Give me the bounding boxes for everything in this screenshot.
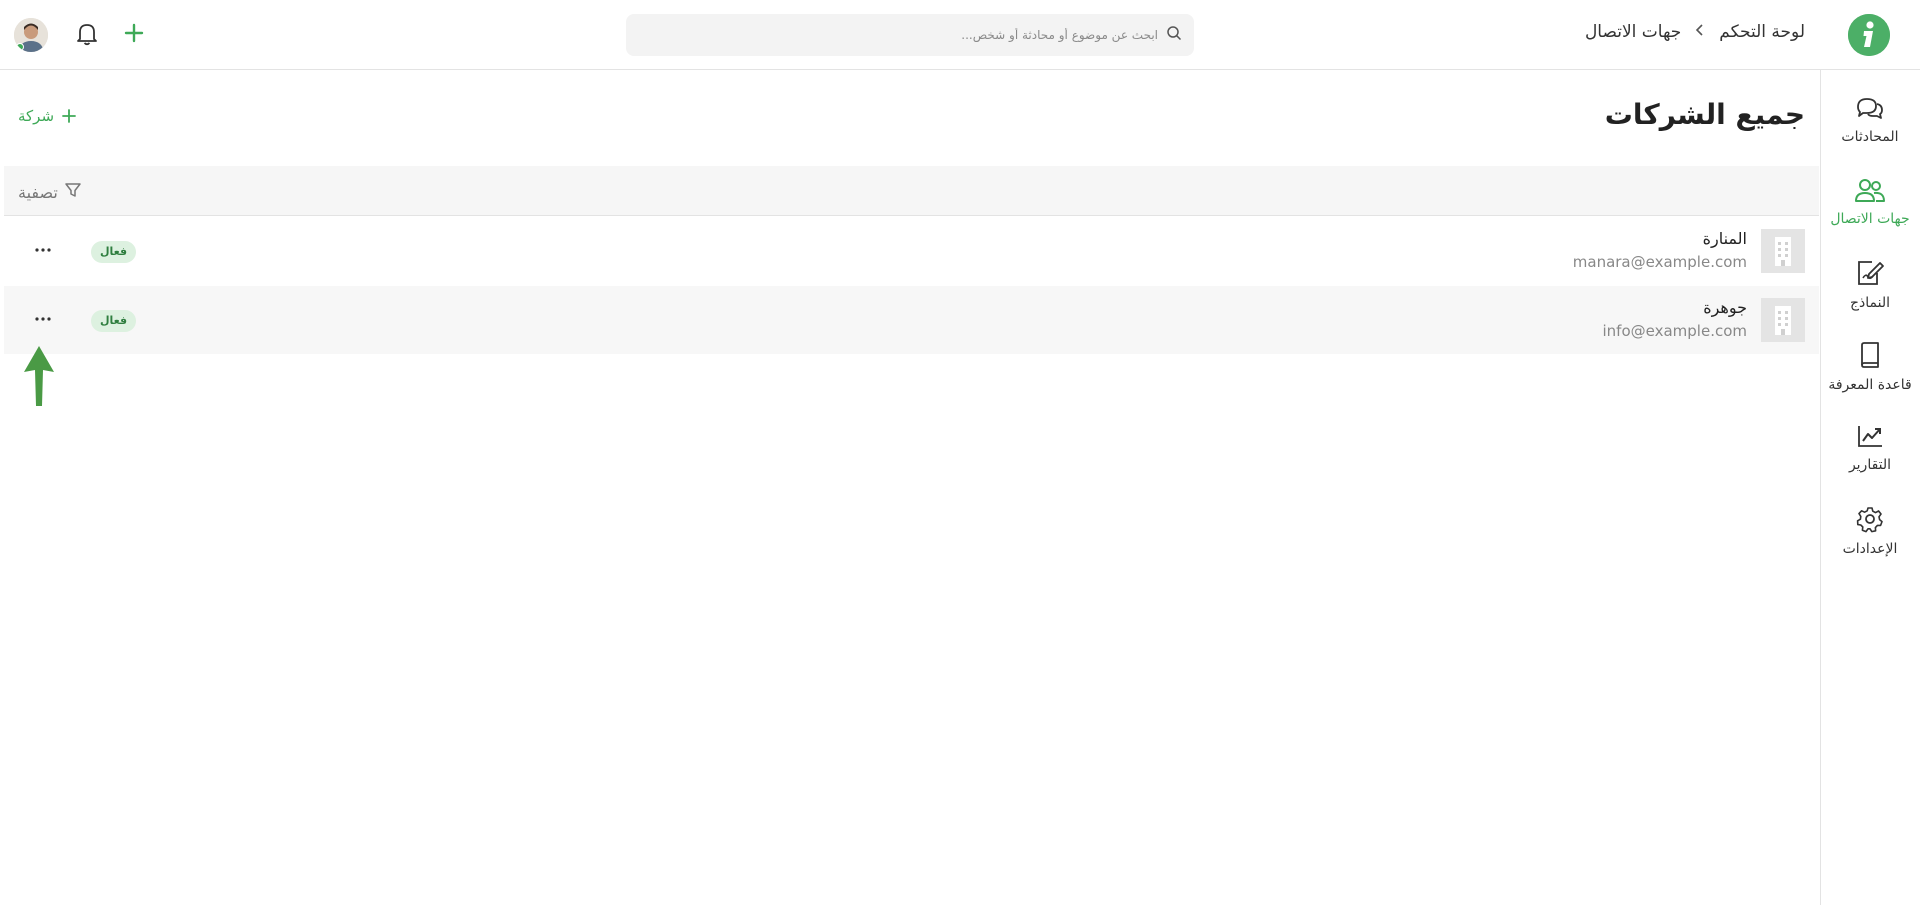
sidebar-item-label: قاعدة المعرفة [1828,377,1912,393]
filter-icon [64,181,82,203]
sidebar-item-settings[interactable]: الإعدادات [1820,505,1920,575]
filter-bar: تصفية [4,166,1819,216]
avatar[interactable] [14,18,48,52]
logo-icon[interactable] [1848,14,1890,56]
contacts-icon [1855,179,1885,202]
chart-icon [1858,426,1882,447]
page-title: جميع الشركات [1604,98,1805,131]
building-icon [1761,298,1805,342]
filter-label: تصفية [18,182,58,202]
sidebar-item-label: المحادثات [1841,129,1899,145]
forms-icon [1858,261,1884,285]
sidebar-item-knowledge-base[interactable]: قاعدة المعرفة [1820,341,1920,411]
chevron-left-icon [1695,23,1705,41]
ellipsis-icon [35,248,51,252]
breadcrumb: لوحة التحكم جهات الاتصال [1585,22,1805,42]
search-box[interactable] [626,14,1194,56]
online-status-dot [16,43,24,51]
gear-icon [1856,507,1883,533]
status-badge: فعال [91,241,137,263]
table-row[interactable]: المنارة manara@example.com فعال [4,217,1819,285]
plus-icon[interactable] [124,20,144,48]
search-icon [1166,25,1182,45]
sidebar-item-label: النماذج [1849,295,1890,311]
breadcrumb-root[interactable]: لوحة التحكم [1719,22,1805,42]
sidebar-item-forms[interactable]: النماذج [1820,259,1920,329]
annotation-arrow-icon [22,344,56,412]
more-options-button[interactable] [30,306,56,332]
plus-icon [62,108,76,124]
sidebar-item-reports[interactable]: التقارير [1820,423,1920,493]
sidebar-item-conversations[interactable]: المحادثات [1820,95,1920,165]
add-company-button[interactable]: شركة [18,107,76,125]
bell-icon[interactable] [76,22,98,50]
company-name[interactable]: المنارة [1703,229,1747,248]
chat-icon [1857,98,1883,119]
sidebar-item-contacts[interactable]: جهات الاتصال [1820,177,1920,247]
more-options-button[interactable] [30,237,56,263]
table-row[interactable]: جوهرة info@example.com فعال [4,286,1819,354]
status-badge: فعال [91,310,137,332]
add-company-label: شركة [18,107,55,125]
search-input[interactable] [638,28,1158,42]
company-email: info@example.com [1602,322,1748,340]
top-bar: لوحة التحكم جهات الاتصال [0,0,1920,70]
ellipsis-icon [35,317,51,321]
sidebar-item-label: الإعدادات [1842,541,1898,557]
company-email: manara@example.com [1572,253,1747,271]
sidebar-item-label: جهات الاتصال [1830,211,1910,227]
sidebar: المحادثات جهات الاتصال النماذج قاعدة الم… [1820,70,1920,905]
book-icon [1861,342,1879,368]
breadcrumb-current: جهات الاتصال [1584,22,1682,42]
building-icon [1761,229,1805,273]
sidebar-item-label: التقارير [1848,457,1892,473]
company-name[interactable]: جوهرة [1703,298,1747,317]
filter-button[interactable]: تصفية [18,181,82,203]
